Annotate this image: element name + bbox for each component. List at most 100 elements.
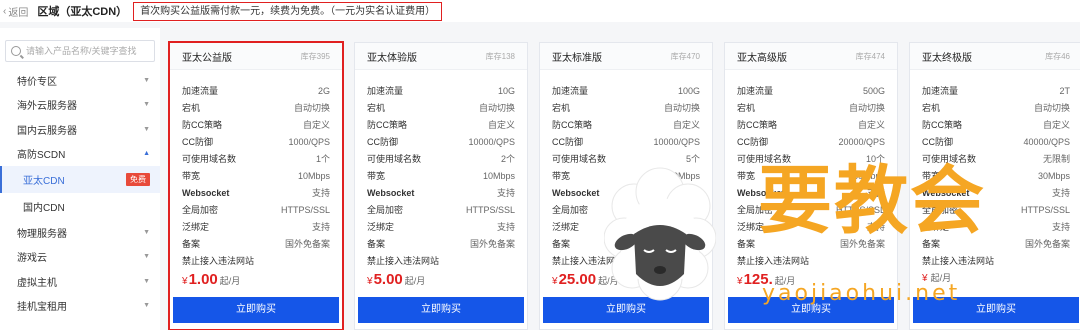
spec-anti-cc: 防CC策略 自定义 [182, 116, 330, 133]
sidebar-item-label: 游戏云 [17, 253, 47, 265]
product-card[interactable]: 亚太公益版 库存395 加速流量 2G 宕机 自动切换 防CC策略 自定义 CC防御 1000/Q… [168, 41, 344, 330]
caret-down-icon: ▼ [143, 253, 150, 261]
spec-anti-cc: 防CC策略 自定义 [922, 116, 1070, 133]
spec-label: 带宽 [552, 171, 571, 181]
sidebar-item-hosting-rental[interactable]: 挂机宝租用 ▼ [0, 294, 160, 319]
spec-label: 泛绑定 [552, 222, 580, 232]
stock-count: 库存474 [855, 51, 885, 61]
stock-count: 库存138 [485, 51, 515, 61]
spec-value: 支持 [1051, 188, 1070, 198]
spec-value: 自动切换 [478, 103, 515, 113]
spec-value: 40000/QPS [1023, 136, 1070, 147]
sidebar-item-label: 亚太CDN [23, 176, 65, 187]
card-header: 亚太高级版 库存474 [725, 43, 897, 70]
spec-label: 备案 [552, 239, 571, 249]
spec-domains: 可使用域名数 1个 [182, 150, 330, 167]
spec-label: CC防御 [367, 137, 398, 147]
spec-value: 支持 [496, 188, 515, 198]
back-link[interactable]: ‹ 返回 [3, 4, 28, 19]
card-title: 亚太高级版 [737, 52, 787, 64]
spec-value: 30Mbps [1037, 170, 1070, 181]
spec-label: Websocket [182, 187, 230, 198]
spec-value: 国外免备案 [284, 239, 330, 249]
spec-label: 禁止接入违法网站 [737, 256, 810, 266]
sidebar-item-label: 国内云服务器 [17, 125, 77, 137]
spec-downtime: 宕机 自动切换 [367, 99, 515, 116]
product-card[interactable]: 亚太体验版 库存138 加速流量 10G 宕机 自动切换 防CC策略 自定义 CC防御 10000… [354, 42, 528, 330]
watermark-text: 要教会 [758, 158, 986, 244]
spec-label: 可使用域名数 [182, 154, 237, 164]
spec-traffic: 加速流量 100G [552, 82, 700, 99]
spec-value: 自定义 [487, 120, 515, 130]
sheep-logo-icon [604, 167, 716, 301]
spec-label: 备案 [737, 239, 756, 249]
spec-websocket: Websocket 支持 [367, 184, 515, 201]
sidebar-item-scdn[interactable]: 高防SCDN ▲ [0, 142, 160, 167]
search-input[interactable] [26, 46, 151, 56]
buy-now-button[interactable]: 立即购买 [358, 297, 524, 323]
spec-value: 10Mbps [297, 170, 330, 181]
sidebar-item-label: 海外云服务器 [17, 101, 77, 113]
currency-symbol: ¥ [737, 276, 743, 287]
spec-label: CC防御 [922, 137, 953, 147]
stock-count: 库存46 [1045, 51, 1070, 61]
spec-value: 自动切换 [1033, 103, 1070, 113]
spec-value: 国外免备案 [1024, 239, 1070, 249]
sidebar-item-physical-server[interactable]: 物理服务器 ▼ [0, 220, 160, 245]
price-value: 25.00 [558, 271, 597, 288]
spec-label: 全局加密 [552, 205, 589, 215]
spec-label: 可使用域名数 [552, 154, 607, 164]
card-title: 亚太公益版 [182, 52, 232, 64]
spec-anti-cc: 防CC策略 自定义 [367, 116, 515, 133]
spec-value: 10000/QPS [653, 136, 700, 147]
spec-value: 2个 [500, 154, 515, 164]
price: ¥5.00 起/月 [367, 271, 425, 288]
spec-value: 20000/QPS [838, 136, 885, 147]
spec-prohibited: 禁止接入违法网站 [922, 252, 1070, 269]
spec-value: 无限制 [1042, 154, 1070, 164]
spec-value: 2G [317, 85, 330, 96]
caret-down-icon: ▼ [143, 302, 150, 310]
spec-value: HTTPS/SSL [280, 204, 330, 215]
spec-cc-defense: CC防御 10000/QPS [367, 133, 515, 150]
spec-label: 加速流量 [737, 86, 774, 96]
watermark-url: yaojiaohui.net [762, 281, 961, 306]
notice-banner: 首次购买公益版需付款一元，续费为免费。（一元为实名认证费用） [133, 1, 443, 21]
sidebar-item-domestic-cloud[interactable]: 国内云服务器 ▼ [0, 117, 160, 142]
sidebar-item-label: 特价专区 [17, 76, 57, 88]
spec-value: 1000/QPS [288, 136, 330, 147]
spec-value: 10Mbps [482, 170, 515, 181]
spec-prohibited: 禁止接入违法网站 [737, 252, 885, 269]
spec-label: 全局加密 [367, 205, 404, 215]
price-unit: 起/月 [404, 276, 426, 286]
spec-value: 500G [862, 85, 885, 96]
spec-list: 加速流量 2G 宕机 自动切换 防CC策略 自定义 CC防御 1000/QPS 可使用域名数 1个… [170, 70, 342, 269]
price-value: 5.00 [373, 271, 403, 288]
spec-label: 备案 [182, 239, 201, 249]
sidebar-item-overseas-cloud[interactable]: 海外云服务器 ▼ [0, 93, 160, 118]
price-unit: 起/月 [219, 276, 241, 286]
spec-value: 自动切换 [293, 103, 330, 113]
currency-symbol: ¥ [552, 276, 558, 287]
sidebar-item-virtual-host[interactable]: 虚拟主机 ▼ [0, 269, 160, 294]
top-bar: ‹ 返回 区域（亚太CDN） 首次购买公益版需付款一元，续费为免费。（一元为实名… [0, 0, 1080, 22]
chevron-left-icon: ‹ [3, 5, 7, 17]
card-title: 亚太标准版 [552, 52, 602, 64]
spec-label: 加速流量 [552, 86, 589, 96]
spec-label: 全局加密 [182, 205, 219, 215]
sidebar-item-label: 高防SCDN [17, 150, 66, 162]
spec-encryption: 全局加密 HTTPS/SSL [367, 201, 515, 218]
sidebar-item-game-cloud[interactable]: 游戏云 ▼ [0, 245, 160, 270]
spec-label: 禁止接入违法网站 [367, 256, 440, 266]
spec-value: 2T [1059, 85, 1070, 96]
spec-label: CC防御 [552, 137, 583, 147]
buy-now-button[interactable]: 立即购买 [173, 297, 339, 323]
spec-label: 备案 [367, 239, 386, 249]
spec-label: 泛绑定 [367, 222, 395, 232]
sidebar-item-apac-cdn[interactable]: 亚太CDN 免费 [0, 166, 160, 193]
sidebar-item-specials[interactable]: 特价专区 ▼ [0, 68, 160, 93]
sidebar-item-domestic-cdn[interactable]: 国内CDN [0, 193, 160, 220]
scdn-submenu: 亚太CDN 免费 国内CDN [0, 166, 160, 220]
search-box[interactable] [5, 40, 155, 62]
sidebar-item-label: 国内CDN [23, 203, 65, 214]
